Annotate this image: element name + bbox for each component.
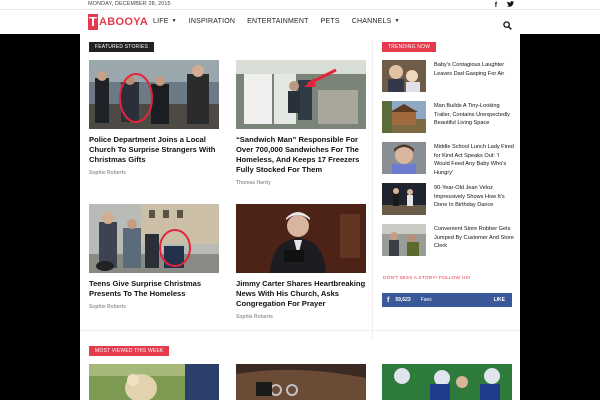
column-divider [372, 40, 373, 340]
most-viewed-image[interactable] [89, 364, 219, 400]
trending-thumb[interactable] [382, 60, 426, 92]
story-author[interactable]: Sophie Roberts [89, 170, 219, 176]
main-nav: LIFE ▼ INSPIRATION ENTERTAINMENT PETS CHA… [153, 18, 412, 25]
trending-title-text[interactable]: Middle School Lunch Lady Fired for Kind … [434, 143, 514, 177]
nav-item-pets[interactable]: PETS [321, 18, 340, 25]
trending-item[interactable]: Middle School Lunch Lady Fired for Kind … [382, 142, 514, 177]
follow-label: DON'T MISS A STORY! FOLLOW US! [383, 276, 471, 281]
story-title[interactable]: Police Department Joins a Local Church T… [89, 135, 219, 165]
nav-item-inspiration[interactable]: INSPIRATION [189, 18, 235, 25]
trending-title-text[interactable]: Convenient Store Robber Gets Jumped By C… [434, 225, 514, 251]
trending-title-text[interactable]: 90-Year-Old Jean Veloz Impressively Show… [434, 184, 514, 210]
facebook-icon: f [387, 296, 390, 304]
trending-title: TRENDING NOW [382, 42, 437, 52]
most-viewed-title: MOST VIEWED THIS WEEK [89, 346, 170, 356]
story-image[interactable] [89, 60, 219, 129]
social-links: f [487, 1, 514, 9]
story-title[interactable]: Teens Give Surprise Christmas Presents T… [89, 279, 219, 299]
story-image[interactable] [236, 60, 366, 129]
story-image[interactable] [236, 204, 366, 273]
facebook-icon[interactable]: f [495, 2, 497, 9]
main-content: FEATURED STORIES Police Department Joins… [80, 34, 520, 400]
chevron-down-icon: ▼ [171, 18, 177, 24]
trending-thumb[interactable] [382, 101, 426, 133]
section-divider [80, 330, 520, 331]
featured-story-4[interactable]: Jimmy Carter Shares Heartbreaking News W… [236, 204, 366, 320]
trending-item[interactable]: Man Builds A Tiny-Looking Trailer, Conta… [382, 101, 512, 133]
most-viewed-image[interactable] [382, 364, 512, 400]
trending-title-text[interactable]: Man Builds A Tiny-Looking Trailer, Conta… [434, 102, 514, 128]
trending-thumb[interactable] [382, 142, 426, 174]
facebook-fan-count: 59,623 [395, 297, 411, 303]
logo-text: ABOOYA [99, 16, 149, 28]
trending-thumb[interactable] [382, 224, 426, 256]
featured-story-3[interactable]: Teens Give Surprise Christmas Presents T… [89, 204, 219, 310]
facebook-fans-label: Fans [420, 297, 432, 303]
twitter-icon[interactable] [507, 1, 514, 9]
trending-item[interactable]: Baby's Contagious Laughter Leaves Dad Ga… [382, 60, 512, 92]
featured-story-1[interactable]: Police Department Joins a Local Church T… [89, 60, 219, 176]
story-title[interactable]: “Sandwich Man” Responsible For Over 700,… [236, 135, 366, 175]
story-author[interactable]: Thomas Hardy [236, 180, 366, 186]
trending-item[interactable]: Convenient Store Robber Gets Jumped By C… [382, 224, 514, 256]
top-bar: MONDAY, DECEMBER 28, 2015 f [0, 0, 600, 10]
story-image[interactable] [89, 204, 219, 273]
chevron-down-icon: ▼ [394, 18, 400, 24]
site-logo[interactable]: T ABOOYA [88, 14, 148, 30]
search-icon[interactable] [503, 17, 512, 30]
trending-item[interactable]: 90-Year-Old Jean Veloz Impressively Show… [382, 183, 512, 215]
logo-mark: T [88, 14, 98, 30]
facebook-like-button[interactable]: LIKE [494, 297, 505, 303]
featured-title: FEATURED STORIES [89, 42, 155, 52]
facebook-follow-bar[interactable]: f 59,623 Fans LIKE [382, 293, 512, 307]
trending-title-text[interactable]: Baby's Contagious Laughter Leaves Dad Ga… [434, 61, 514, 78]
most-viewed-image[interactable] [236, 364, 366, 400]
nav-item-entertainment[interactable]: ENTERTAINMENT [247, 18, 308, 25]
site-header: T ABOOYA LIFE ▼ INSPIRATION ENTERTAINMENT… [0, 10, 600, 34]
nav-item-channels[interactable]: CHANNELS ▼ [352, 18, 400, 25]
story-title[interactable]: Jimmy Carter Shares Heartbreaking News W… [236, 279, 366, 309]
nav-item-life[interactable]: LIFE ▼ [153, 18, 177, 25]
story-author[interactable]: Sophie Roberts [89, 304, 219, 310]
current-date: MONDAY, DECEMBER 28, 2015 [88, 1, 171, 7]
featured-story-2[interactable]: “Sandwich Man” Responsible For Over 700,… [236, 60, 366, 186]
story-author[interactable]: Sophie Roberts [236, 314, 366, 320]
trending-thumb[interactable] [382, 183, 426, 215]
